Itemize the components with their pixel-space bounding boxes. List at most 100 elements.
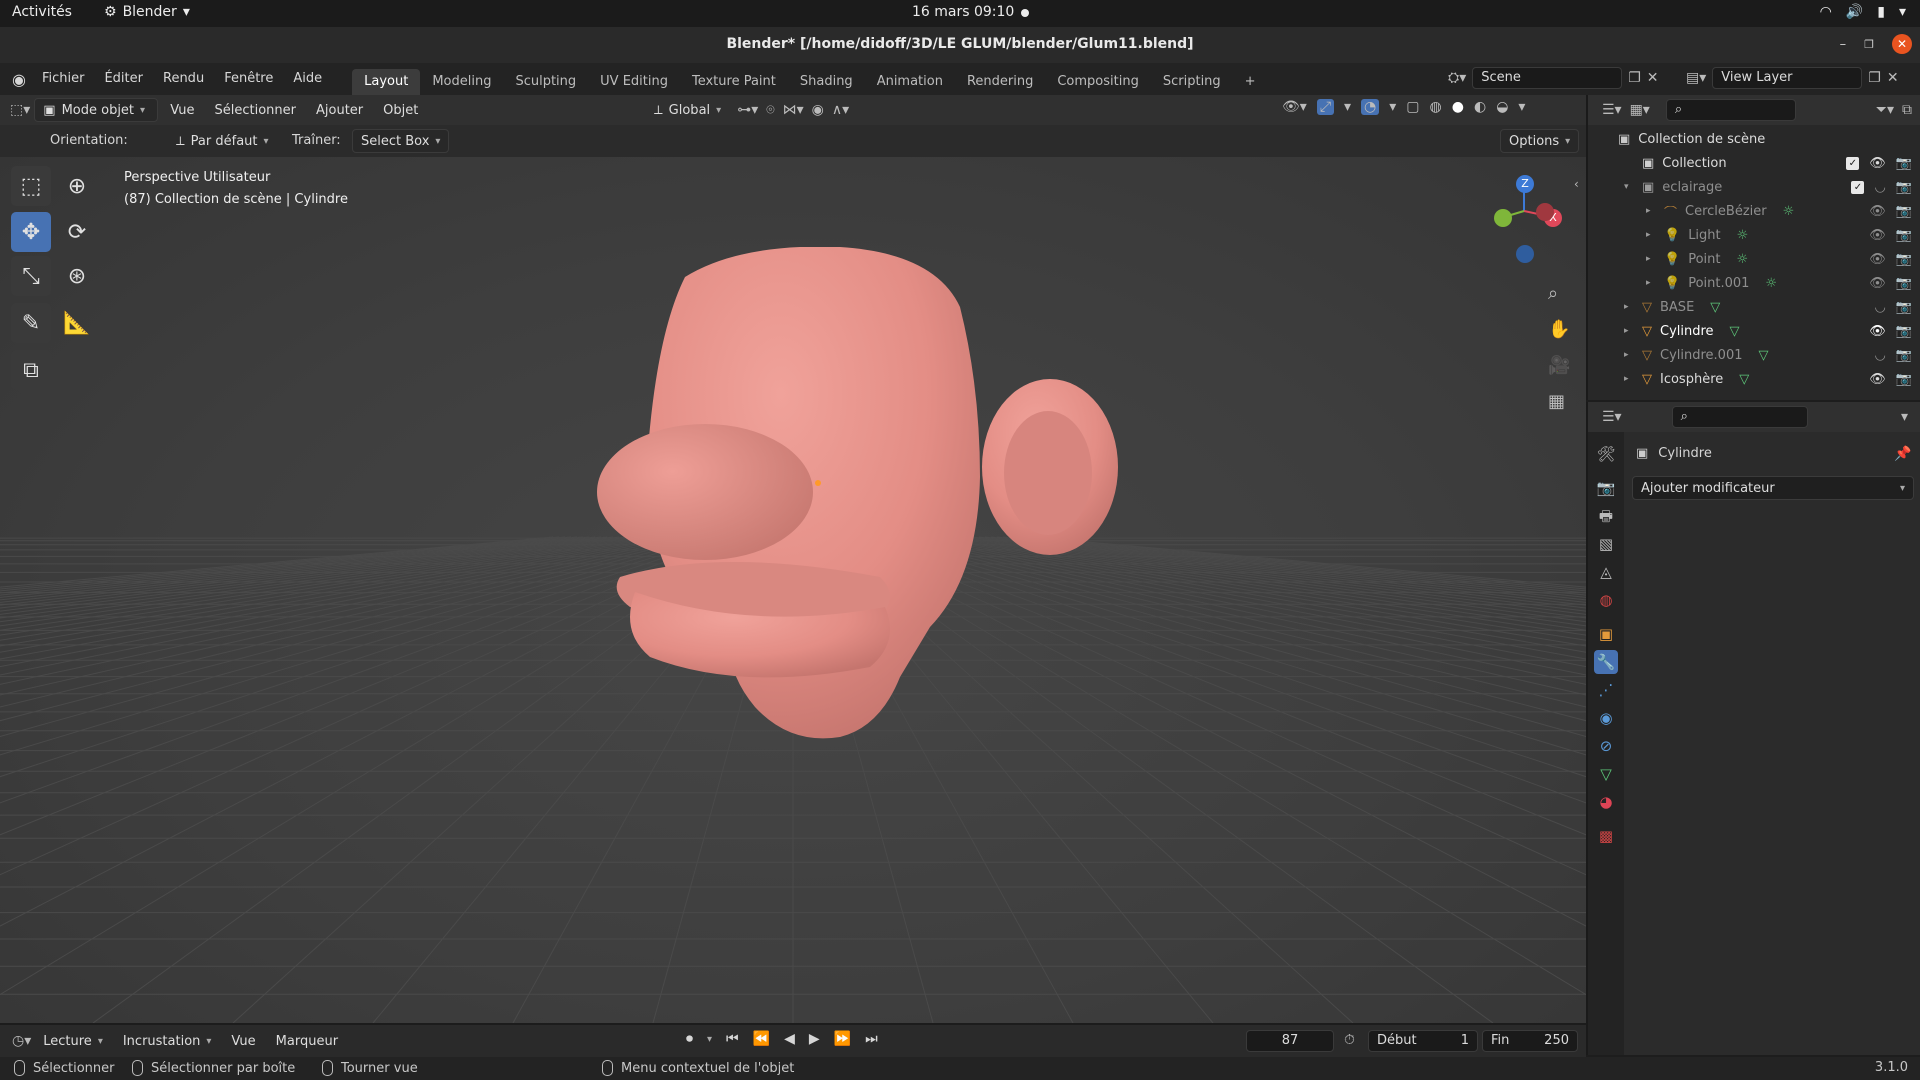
xray-icon[interactable]: ▢	[1406, 99, 1419, 115]
chevron-down-icon[interactable]: ▾	[1518, 99, 1525, 115]
solid-shading-icon[interactable]: ●	[1452, 99, 1464, 115]
menu-select[interactable]: Sélectionner	[207, 98, 305, 122]
exclude-checkbox[interactable]: ✓	[1851, 180, 1865, 194]
start-frame-field[interactable]: Début 1	[1368, 1030, 1478, 1052]
rendered-shading-icon[interactable]: ◒	[1496, 99, 1508, 115]
outliner-item[interactable]: ▸ ⌒ CercleBézier ☼ 👁 📷	[1588, 199, 1920, 223]
clock-editor-icon[interactable]: ◷▾	[12, 1033, 31, 1049]
expand-toggle-icon[interactable]: ▸	[1624, 326, 1634, 336]
menu-help[interactable]: Aide	[283, 63, 332, 95]
exclude-checkbox[interactable]: ✓	[1846, 156, 1860, 170]
object-tab-icon[interactable]: ▣	[1594, 622, 1618, 646]
tab-uv-editing[interactable]: UV Editing	[588, 69, 680, 95]
menu-marker[interactable]: Marqueur	[268, 1029, 346, 1053]
maximize-button[interactable]: ❐	[1864, 38, 1874, 51]
camera-icon[interactable]: 📷	[1896, 228, 1912, 243]
camera-icon[interactable]: 📷	[1896, 204, 1912, 219]
gizmo-neg-x[interactable]	[1536, 203, 1554, 221]
current-frame-field[interactable]: 87	[1246, 1030, 1334, 1052]
chevron-down-icon[interactable]: ▾	[1389, 99, 1396, 115]
eye-icon[interactable]: 👁	[1869, 252, 1886, 267]
chevron-down-icon[interactable]: ▾	[1344, 99, 1351, 115]
object-data-icon[interactable]: ▽	[1759, 348, 1769, 363]
particles-tab-icon[interactable]: ⋰	[1594, 678, 1618, 702]
menu-file[interactable]: Fichier	[32, 63, 95, 95]
scale-tool[interactable]: ⤡	[11, 256, 51, 296]
outliner-item[interactable]: ▸ ▽ Cylindre.001 ▽ ◡ 📷	[1588, 343, 1920, 367]
menu-view[interactable]: Vue	[223, 1029, 263, 1053]
jump-end-icon[interactable]: ⏭	[865, 1031, 878, 1047]
move-tool[interactable]: ✥	[11, 212, 51, 252]
expand-toggle-icon[interactable]: ▸	[1624, 350, 1634, 360]
render-tab-icon[interactable]: 📷	[1594, 476, 1618, 500]
3d-viewport[interactable]: Perspective Utilisateur (87) Collection …	[0, 157, 1586, 1023]
tab-scripting[interactable]: Scripting	[1151, 69, 1233, 95]
outliner-item[interactable]: ▸ 💡 Light ☼ 👁 📷	[1588, 223, 1920, 247]
camera-view-icon[interactable]: 🎥	[1548, 355, 1570, 376]
visibility-icon[interactable]: 👁▾	[1282, 99, 1307, 115]
camera-icon[interactable]: 📷	[1896, 324, 1912, 339]
wireframe-shading-icon[interactable]: ◍	[1430, 99, 1442, 115]
rotate-tool[interactable]: ⟳	[57, 212, 97, 252]
menu-window[interactable]: Fenêtre	[214, 63, 283, 95]
eye-icon[interactable]: ◡	[1874, 348, 1885, 363]
eye-icon[interactable]: ◡	[1874, 300, 1885, 315]
menu-render[interactable]: Rendu	[153, 63, 214, 95]
object-data-icon[interactable]: ☼	[1737, 228, 1749, 243]
app-menu[interactable]: ⚙ Blender ▾	[104, 4, 190, 20]
camera-icon[interactable]: 📷	[1896, 156, 1912, 171]
eye-icon[interactable]: 👁	[1869, 156, 1886, 171]
data-tab-icon[interactable]: ▽	[1594, 762, 1618, 786]
menu-keying[interactable]: Incrustation ▾	[115, 1029, 220, 1053]
properties-search-input[interactable]: ⌕	[1671, 406, 1808, 428]
blender-logo-icon[interactable]: ◉	[0, 70, 32, 89]
outliner-search-input[interactable]: ⌕	[1665, 99, 1796, 121]
mode-dropdown[interactable]: ▣ Mode objet ▾	[34, 98, 159, 122]
proportional-edit-icon[interactable]: ◉	[812, 102, 824, 118]
transform-orientation-dropdown[interactable]: ⟂ Global ▾	[646, 98, 729, 122]
new-view-layer-icon[interactable]: ❐	[1868, 70, 1881, 86]
constraints-tab-icon[interactable]: ⊘	[1594, 734, 1618, 758]
scene-selector[interactable]: Scene	[1472, 67, 1623, 89]
clock[interactable]: 16 mars 09:10	[912, 4, 1014, 20]
chevron-down-icon[interactable]: ▾	[1901, 409, 1908, 425]
camera-icon[interactable]: 📷	[1896, 276, 1912, 291]
menu-add[interactable]: Ajouter	[308, 98, 371, 122]
gizmo-y-axis[interactable]	[1494, 209, 1512, 227]
falloff-icon[interactable]: ∧▾	[832, 102, 849, 118]
menu-object[interactable]: Objet	[375, 98, 426, 122]
perspective-toggle-icon[interactable]: ▦	[1548, 391, 1565, 412]
eye-icon[interactable]: 👁	[1869, 276, 1886, 291]
outliner-item[interactable]: ▾ ▣ eclairage ✓ ◡ 📷	[1588, 175, 1920, 199]
camera-icon[interactable]: 📷	[1896, 300, 1912, 315]
outliner-item[interactable]: ▸ 💡 Point.001 ☼ 👁 📷	[1588, 271, 1920, 295]
delete-scene-icon[interactable]: ✕	[1647, 70, 1659, 86]
record-icon[interactable]: ⏺	[686, 1031, 693, 1047]
delete-view-layer-icon[interactable]: ✕	[1887, 70, 1899, 86]
scene-icon[interactable]: ⛭▾	[1448, 70, 1466, 86]
editor-type-icon[interactable]: ⬚▾	[10, 102, 30, 118]
annotate-tool[interactable]: ✎	[11, 303, 51, 343]
view-layer-tab-icon[interactable]: ▧	[1594, 532, 1618, 556]
scene-tab-icon[interactable]: ◬	[1594, 560, 1618, 584]
transform-tool[interactable]: ⊛	[57, 256, 97, 296]
object-data-icon[interactable]: ☼	[1783, 204, 1795, 219]
expand-toggle-icon[interactable]: ▸	[1624, 374, 1634, 384]
eye-icon[interactable]: ◡	[1874, 180, 1885, 195]
drag-dropdown[interactable]: Select Box ▾	[352, 129, 450, 153]
add-cube-tool[interactable]: ⧉	[11, 350, 51, 390]
camera-icon[interactable]: 📷	[1896, 372, 1912, 387]
filter-icon[interactable]: ⏷▾	[1876, 102, 1894, 118]
outliner-item[interactable]: ▸ 💡 Point ☼ 👁 📷	[1588, 247, 1920, 271]
camera-icon[interactable]: 📷	[1896, 252, 1912, 267]
tab-compositing[interactable]: Compositing	[1045, 69, 1151, 95]
sidebar-toggle-icon[interactable]: ‹	[1574, 177, 1579, 191]
head-model[interactable]	[540, 247, 1140, 767]
eye-icon[interactable]: 👁	[1869, 372, 1886, 387]
add-modifier-dropdown[interactable]: Ajouter modificateur ▾	[1632, 476, 1914, 500]
menu-playback[interactable]: Lecture ▾	[35, 1029, 111, 1053]
snap-target-icon[interactable]: ⋈▾	[783, 102, 804, 118]
end-frame-field[interactable]: Fin 250	[1482, 1030, 1578, 1052]
outliner-type-icon[interactable]: ☰▾	[1602, 102, 1622, 118]
expand-toggle-icon[interactable]: ▸	[1646, 230, 1656, 240]
